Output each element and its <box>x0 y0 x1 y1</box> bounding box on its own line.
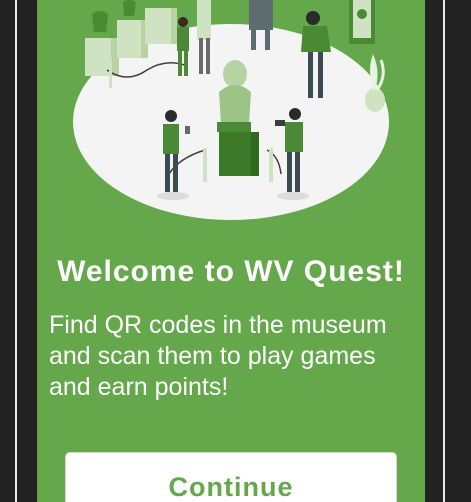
wall-frame <box>349 0 375 44</box>
bezel-line-left <box>15 0 17 502</box>
device-frame: Welcome to WV Quest! Find QR codes in th… <box>0 0 471 502</box>
welcome-title: Welcome to WV Quest! <box>57 255 405 288</box>
continue-button[interactable]: Continue <box>65 452 397 502</box>
welcome-description: Find QR codes in the museum and scan the… <box>49 311 387 401</box>
museum-illustration-icon <box>73 0 389 220</box>
museum-visitors-illustration <box>37 0 425 230</box>
bezel-line-right <box>443 0 445 502</box>
welcome-screen: Welcome to WV Quest! Find QR codes in th… <box>37 0 425 502</box>
